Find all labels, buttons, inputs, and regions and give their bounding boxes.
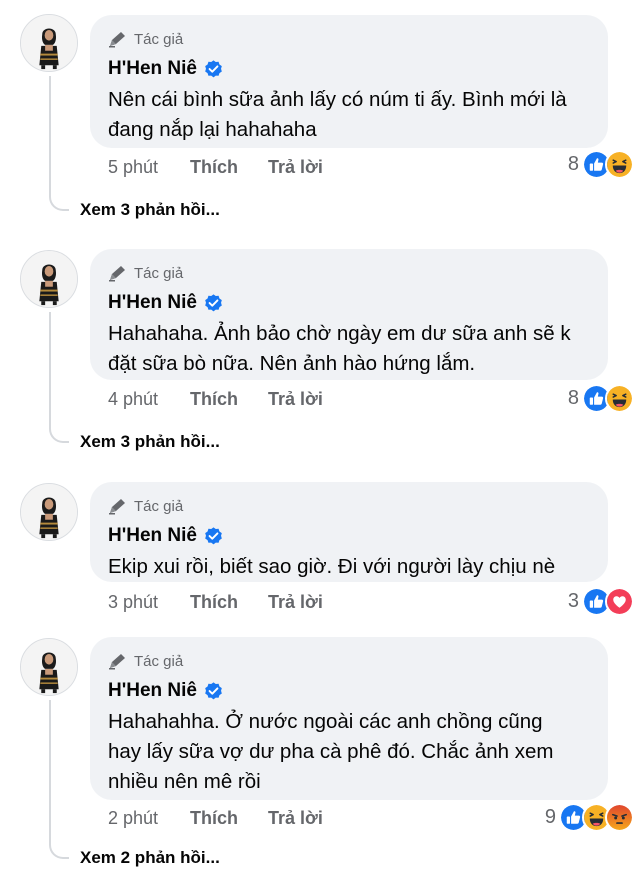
- author-name[interactable]: H'Hen Niê: [108, 680, 197, 702]
- avatar[interactable]: [20, 638, 78, 696]
- view-replies-link[interactable]: Xem 3 phản hồi...: [80, 200, 220, 220]
- author-name[interactable]: H'Hen Niê: [108, 58, 197, 80]
- reply-button[interactable]: Trả lời: [268, 157, 323, 178]
- thread-connector: [49, 427, 69, 443]
- author-badge-label: Tác giả: [134, 497, 184, 515]
- verified-badge-icon: [203, 59, 224, 80]
- thread-connector: [49, 195, 69, 211]
- comment-timestamp[interactable]: 5 phút: [108, 157, 190, 178]
- view-replies-link[interactable]: Xem 2 phản hồi...: [80, 848, 220, 868]
- like-button[interactable]: Thích: [190, 389, 268, 410]
- comment-bubble: Tác giả H'Hen Niê Hahahaha. Ảnh bảo chờ …: [90, 249, 608, 380]
- comment-actions: 2 phút Thích Trả lời: [108, 806, 323, 830]
- avatar[interactable]: [20, 14, 78, 72]
- thread-connector: [49, 843, 69, 859]
- pen-icon: [108, 264, 128, 282]
- comment-text: Nên cái bình sữa ảnh lấy có núm ti ấy. B…: [108, 88, 567, 141]
- reply-button[interactable]: Trả lời: [268, 592, 323, 613]
- verified-badge-icon: [203, 681, 224, 702]
- author-badge-label: Tác giả: [134, 264, 184, 282]
- comment-bubble: Tác giả H'Hen Niê Ekip xui rồi, biết sao…: [90, 482, 608, 582]
- view-replies-link[interactable]: Xem 3 phản hồi...: [80, 432, 220, 452]
- like-button[interactable]: Thích: [190, 157, 268, 178]
- reaction-summary[interactable]: 8: [568, 383, 634, 413]
- reaction-count: 9: [544, 805, 556, 828]
- comment-actions: 4 phút Thích Trả lời: [108, 387, 323, 411]
- author-badge-label: Tác giả: [134, 652, 184, 670]
- comment-text: Ekip xui rồi, biết sao giờ. Đi với người…: [108, 555, 556, 578]
- thread-line: [49, 312, 51, 428]
- reply-button[interactable]: Trả lời: [268, 808, 323, 829]
- thread-line: [49, 76, 51, 196]
- pen-icon: [108, 652, 128, 670]
- author-badge: Tác giả: [108, 29, 590, 49]
- author-name[interactable]: H'Hen Niê: [108, 525, 197, 547]
- comment-text: Hahahaha. Ảnh bảo chờ ngày em dư sữa anh…: [108, 322, 571, 375]
- author-badge: Tác giả: [108, 496, 590, 516]
- comment-bubble: Tác giả H'Hen Niê Hahahahha. Ở nước ngoà…: [90, 637, 608, 800]
- comment-text: Hahahahha. Ở nước ngoài các anh chồng cũ…: [108, 710, 554, 793]
- angry-icon: [605, 802, 634, 832]
- comment-timestamp[interactable]: 4 phút: [108, 389, 190, 410]
- verified-badge-icon: [203, 526, 224, 547]
- pen-icon: [108, 497, 128, 515]
- comment-bubble: Tác giả H'Hen Niê Nên cái bình sữa ảnh l…: [90, 15, 608, 148]
- comment-actions: 5 phút Thích Trả lời: [108, 155, 323, 179]
- author-badge-label: Tác giả: [134, 30, 184, 48]
- love-icon: [605, 586, 634, 616]
- like-button[interactable]: Thích: [190, 592, 268, 613]
- author-name[interactable]: H'Hen Niê: [108, 292, 197, 314]
- comment-timestamp[interactable]: 2 phút: [108, 808, 190, 829]
- verified-badge-icon: [203, 293, 224, 314]
- reaction-summary[interactable]: 3: [568, 586, 634, 616]
- reaction-summary[interactable]: 8: [568, 149, 634, 179]
- haha-icon: [605, 149, 634, 179]
- reaction-count: 3: [567, 589, 579, 612]
- author-badge: Tác giả: [108, 263, 590, 283]
- reaction-count: 8: [567, 386, 579, 409]
- comment: Tác giả H'Hen Niê Hahahahha. Ở nước ngoà…: [0, 0, 640, 867]
- author-badge: Tác giả: [108, 651, 590, 671]
- thread-line: [49, 700, 51, 844]
- avatar[interactable]: [20, 250, 78, 308]
- comment-timestamp[interactable]: 3 phút: [108, 592, 190, 613]
- reaction-summary[interactable]: 9: [545, 802, 634, 832]
- comment-actions: 3 phút Thích Trả lời: [108, 590, 323, 614]
- pen-icon: [108, 30, 128, 48]
- like-button[interactable]: Thích: [190, 808, 268, 829]
- reply-button[interactable]: Trả lời: [268, 389, 323, 410]
- reaction-count: 8: [567, 152, 579, 175]
- avatar[interactable]: [20, 483, 78, 541]
- haha-icon: [605, 383, 634, 413]
